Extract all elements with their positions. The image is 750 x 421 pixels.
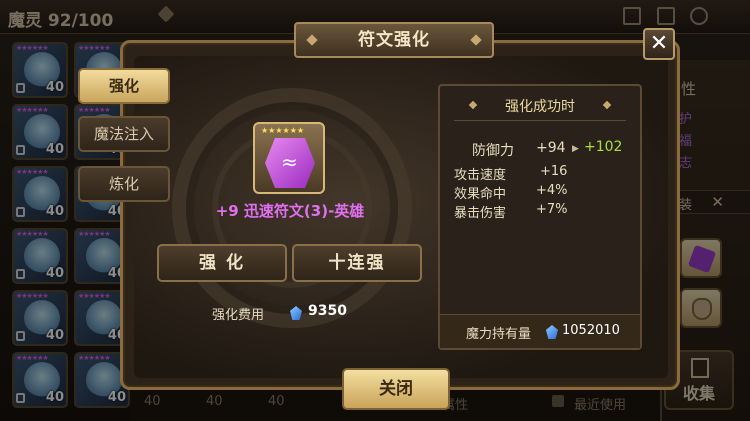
rune-name: +9 迅速符文(3)-英雄 (215, 202, 365, 220)
diamond-icon (306, 34, 318, 46)
tab-refine[interactable]: 炼化 (78, 166, 170, 202)
close-dialog-button[interactable]: 关闭 (342, 368, 450, 410)
sub-stat-label: 效果命中 (454, 187, 507, 202)
cost-value: 9350 (308, 303, 347, 319)
mana-value: 1052010 (562, 323, 620, 338)
close-dialog-label: 关闭 (379, 379, 413, 399)
divider (454, 120, 626, 121)
mana-crystal-icon (290, 306, 302, 320)
star-rating: ★★★★★★ (261, 126, 305, 135)
mana-holding: 魔力持有量 1052010 (440, 314, 640, 348)
main-stat-current: +94 (536, 140, 566, 156)
diamond-icon (468, 100, 478, 110)
swift-rune-icon: ≈ (281, 150, 298, 174)
sub-stat-value: +7% (536, 202, 568, 217)
mana-label: 魔力持有量 (466, 327, 532, 342)
sub-stat-label: 攻击速度 (454, 168, 507, 183)
sub-stat-value: +4% (536, 183, 568, 198)
arrow-right-icon: ▶ (572, 144, 579, 154)
tab-label: 强化 (108, 77, 139, 95)
dialog-title-plate: 符文强化 (294, 22, 494, 58)
diamond-icon (602, 100, 612, 110)
diamond-icon (470, 34, 482, 46)
enhance-label: 强 化 (199, 253, 245, 273)
tab-label: 炼化 (108, 175, 139, 193)
ten-enhance-label: 十连强 (328, 253, 386, 273)
result-title: 强化成功时 (505, 99, 575, 115)
main-stat-label: 防御力 (472, 143, 514, 159)
success-result-panel: 强化成功时 防御力 +94 ▶ +102 攻击速度 +16 效果命中 +4% 暴… (438, 84, 642, 350)
tab-enhance[interactable]: 强化 (78, 68, 170, 104)
tab-magic-infusion[interactable]: 魔法注入 (78, 116, 170, 152)
result-title-box: 强化成功时 (468, 96, 612, 116)
enhance-cost: 强化费用 9350 (204, 302, 374, 324)
ten-enhance-button[interactable]: 十连强 (292, 244, 422, 282)
mana-crystal-icon (546, 325, 558, 339)
sub-stat-value: +16 (540, 164, 568, 179)
sub-stat-label: 暴击伤害 (454, 206, 507, 221)
dialog-title: 符文强化 (358, 30, 430, 50)
enhance-button[interactable]: 强 化 (157, 244, 287, 282)
rune-icon[interactable]: ★★★★★★ ≈ (253, 122, 325, 194)
main-stat-next: +102 (584, 139, 623, 155)
tab-label: 魔法注入 (93, 125, 154, 143)
close-icon: ✕ (649, 31, 669, 56)
cost-label: 强化费用 (212, 308, 265, 323)
close-button[interactable]: ✕ (643, 28, 675, 60)
